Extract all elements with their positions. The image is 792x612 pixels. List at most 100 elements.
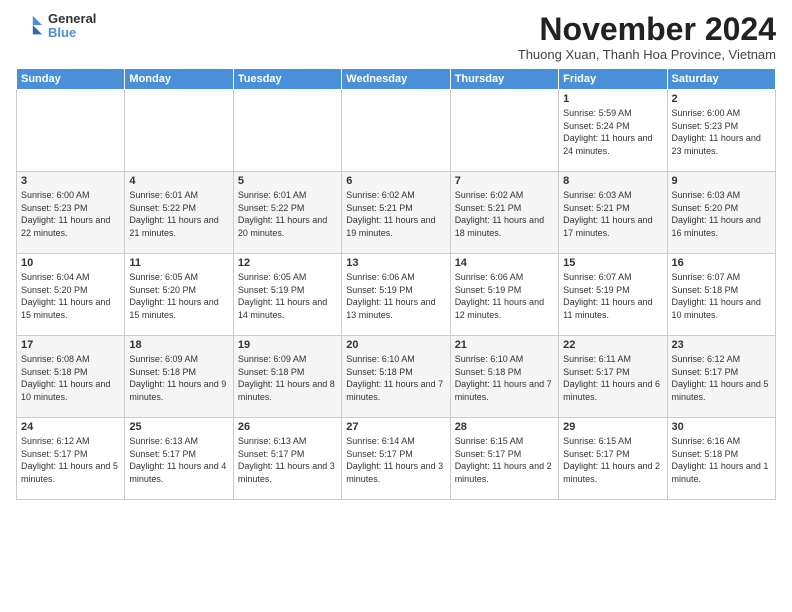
col-friday: Friday	[559, 69, 667, 90]
cell-4-3: 27 Sunrise: 6:14 AM Sunset: 5:17 PM Dayli…	[342, 418, 450, 500]
day-info: Sunrise: 6:13 AM Sunset: 5:17 PM Dayligh…	[238, 435, 337, 485]
cell-2-5: 15 Sunrise: 6:07 AM Sunset: 5:19 PM Dayli…	[559, 254, 667, 336]
cell-2-4: 14Sunrise: 6:06 AM Sunset: 5:19 PM Dayli…	[450, 254, 558, 336]
cell-2-2: 12Sunrise: 6:05 AM Sunset: 5:19 PM Dayli…	[233, 254, 341, 336]
cell-4-0: 24Sunrise: 6:12 AM Sunset: 5:17 PM Dayli…	[17, 418, 125, 500]
day-info: Sunrise: 6:07 AM Sunset: 5:19 PM Dayligh…	[563, 271, 662, 321]
day-info: Sunrise: 6:01 AM Sunset: 5:22 PM Dayligh…	[238, 189, 337, 239]
day-info: Sunrise: 6:03 AM Sunset: 5:21 PM Dayligh…	[563, 189, 662, 239]
cell-1-3: 6 Sunrise: 6:02 AM Sunset: 5:21 PM Daylig…	[342, 172, 450, 254]
week-row-3: 17Sunrise: 6:08 AM Sunset: 5:18 PM Dayli…	[17, 336, 776, 418]
cell-4-5: 29Sunrise: 6:15 AM Sunset: 5:17 PM Dayli…	[559, 418, 667, 500]
day-number: 26	[238, 421, 337, 433]
col-wednesday: Wednesday	[342, 69, 450, 90]
cell-1-4: 7Sunrise: 6:02 AM Sunset: 5:21 PM Daylig…	[450, 172, 558, 254]
day-info: Sunrise: 6:15 AM Sunset: 5:17 PM Dayligh…	[563, 435, 662, 485]
cell-3-4: 21Sunrise: 6:10 AM Sunset: 5:18 PM Dayli…	[450, 336, 558, 418]
day-number: 8	[563, 175, 662, 187]
logo-icon	[16, 12, 44, 40]
day-number: 10	[21, 257, 120, 269]
col-saturday: Saturday	[667, 69, 775, 90]
day-number: 23	[672, 339, 771, 351]
day-number: 3	[21, 175, 120, 187]
cell-0-0	[17, 90, 125, 172]
logo-line1: General	[48, 12, 96, 26]
day-info: Sunrise: 6:09 AM Sunset: 5:18 PM Dayligh…	[238, 353, 337, 403]
day-info: Sunrise: 6:08 AM Sunset: 5:18 PM Dayligh…	[21, 353, 120, 403]
day-number: 25	[129, 421, 228, 433]
day-number: 5	[238, 175, 337, 187]
cell-0-3	[342, 90, 450, 172]
cell-4-1: 25Sunrise: 6:13 AM Sunset: 5:17 PM Dayli…	[125, 418, 233, 500]
col-tuesday: Tuesday	[233, 69, 341, 90]
header: General Blue November 2024 Thuong Xuan, …	[16, 12, 776, 62]
day-info: Sunrise: 6:00 AM Sunset: 5:23 PM Dayligh…	[672, 107, 771, 157]
col-thursday: Thursday	[450, 69, 558, 90]
day-info: Sunrise: 6:05 AM Sunset: 5:20 PM Dayligh…	[129, 271, 228, 321]
day-info: Sunrise: 6:00 AM Sunset: 5:23 PM Dayligh…	[21, 189, 120, 239]
day-number: 16	[672, 257, 771, 269]
day-number: 11	[129, 257, 228, 269]
cell-4-6: 30 Sunrise: 6:16 AM Sunset: 5:18 PM Dayli…	[667, 418, 775, 500]
day-info: Sunrise: 6:01 AM Sunset: 5:22 PM Dayligh…	[129, 189, 228, 239]
day-info: Sunrise: 6:11 AM Sunset: 5:17 PM Dayligh…	[563, 353, 662, 403]
day-number: 15	[563, 257, 662, 269]
cell-1-2: 5 Sunrise: 6:01 AM Sunset: 5:22 PM Daylig…	[233, 172, 341, 254]
day-info: Sunrise: 6:14 AM Sunset: 5:17 PM Dayligh…	[346, 435, 445, 485]
day-info: Sunrise: 6:03 AM Sunset: 5:20 PM Dayligh…	[672, 189, 771, 239]
day-number: 20	[346, 339, 445, 351]
logo-line2: Blue	[48, 26, 96, 40]
day-number: 14	[455, 257, 554, 269]
col-monday: Monday	[125, 69, 233, 90]
page: General Blue November 2024 Thuong Xuan, …	[0, 0, 792, 612]
cell-3-2: 19 Sunrise: 6:09 AM Sunset: 5:18 PM Dayli…	[233, 336, 341, 418]
cell-1-6: 9 Sunrise: 6:03 AM Sunset: 5:20 PM Daylig…	[667, 172, 775, 254]
day-number: 7	[455, 175, 554, 187]
week-row-0: 1 Sunrise: 5:59 AM Sunset: 5:24 PM Daylig…	[17, 90, 776, 172]
title-block: November 2024 Thuong Xuan, Thanh Hoa Pro…	[518, 12, 776, 62]
day-info: Sunrise: 6:02 AM Sunset: 5:21 PM Dayligh…	[346, 189, 445, 239]
cell-3-5: 22 Sunrise: 6:11 AM Sunset: 5:17 PM Dayli…	[559, 336, 667, 418]
cell-2-6: 16Sunrise: 6:07 AM Sunset: 5:18 PM Dayli…	[667, 254, 775, 336]
day-info: Sunrise: 6:12 AM Sunset: 5:17 PM Dayligh…	[21, 435, 120, 485]
cell-0-1	[125, 90, 233, 172]
cell-2-1: 11 Sunrise: 6:05 AM Sunset: 5:20 PM Dayli…	[125, 254, 233, 336]
day-number: 21	[455, 339, 554, 351]
day-info: Sunrise: 6:09 AM Sunset: 5:18 PM Dayligh…	[129, 353, 228, 403]
day-number: 1	[563, 93, 662, 105]
day-number: 2	[672, 93, 771, 105]
day-number: 13	[346, 257, 445, 269]
day-number: 12	[238, 257, 337, 269]
week-row-4: 24Sunrise: 6:12 AM Sunset: 5:17 PM Dayli…	[17, 418, 776, 500]
day-info: Sunrise: 6:12 AM Sunset: 5:17 PM Dayligh…	[672, 353, 771, 403]
cell-0-6: 2 Sunrise: 6:00 AM Sunset: 5:23 PM Daylig…	[667, 90, 775, 172]
cell-4-2: 26 Sunrise: 6:13 AM Sunset: 5:17 PM Dayli…	[233, 418, 341, 500]
day-info: Sunrise: 6:16 AM Sunset: 5:18 PM Dayligh…	[672, 435, 771, 485]
day-number: 28	[455, 421, 554, 433]
location-subtitle: Thuong Xuan, Thanh Hoa Province, Vietnam	[518, 47, 776, 62]
day-number: 22	[563, 339, 662, 351]
cell-1-0: 3 Sunrise: 6:00 AM Sunset: 5:23 PM Daylig…	[17, 172, 125, 254]
cell-1-5: 8 Sunrise: 6:03 AM Sunset: 5:21 PM Daylig…	[559, 172, 667, 254]
day-number: 6	[346, 175, 445, 187]
month-title: November 2024	[518, 12, 776, 47]
day-info: Sunrise: 6:10 AM Sunset: 5:18 PM Dayligh…	[346, 353, 445, 403]
day-number: 19	[238, 339, 337, 351]
day-number: 4	[129, 175, 228, 187]
logo: General Blue	[16, 12, 96, 41]
day-info: Sunrise: 5:59 AM Sunset: 5:24 PM Dayligh…	[563, 107, 662, 157]
day-info: Sunrise: 6:06 AM Sunset: 5:19 PM Dayligh…	[346, 271, 445, 321]
col-sunday: Sunday	[17, 69, 125, 90]
cell-3-1: 18Sunrise: 6:09 AM Sunset: 5:18 PM Dayli…	[125, 336, 233, 418]
logo-text: General Blue	[48, 12, 96, 41]
day-number: 27	[346, 421, 445, 433]
day-number: 9	[672, 175, 771, 187]
day-number: 30	[672, 421, 771, 433]
cell-1-1: 4 Sunrise: 6:01 AM Sunset: 5:22 PM Daylig…	[125, 172, 233, 254]
cell-0-5: 1 Sunrise: 5:59 AM Sunset: 5:24 PM Daylig…	[559, 90, 667, 172]
calendar-table: Sunday Monday Tuesday Wednesday Thursday…	[16, 68, 776, 500]
day-info: Sunrise: 6:04 AM Sunset: 5:20 PM Dayligh…	[21, 271, 120, 321]
header-row: Sunday Monday Tuesday Wednesday Thursday…	[17, 69, 776, 90]
cell-2-3: 13 Sunrise: 6:06 AM Sunset: 5:19 PM Dayli…	[342, 254, 450, 336]
cell-0-2	[233, 90, 341, 172]
